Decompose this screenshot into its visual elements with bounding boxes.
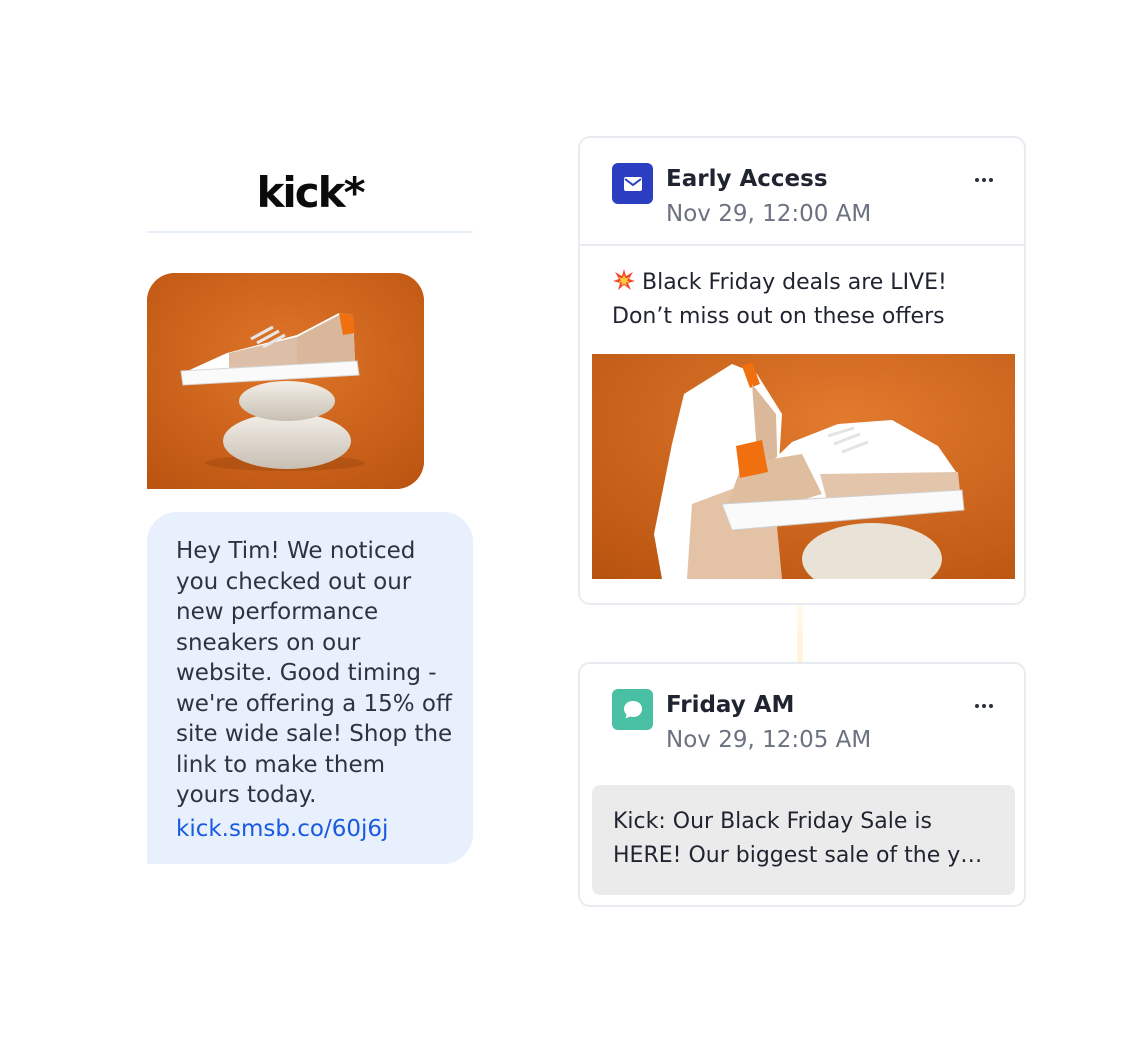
card-divider (580, 244, 1024, 246)
email-product-image (592, 354, 1015, 579)
ellipsis-icon (975, 178, 979, 182)
campaign-card-early-access[interactable]: Early Access Nov 29, 12:00 AM Black Frid… (578, 136, 1026, 605)
campaign-card-friday-am[interactable]: Friday AM Nov 29, 12:05 AM Kick: Our Bla… (578, 662, 1026, 907)
card-timestamp: Nov 29, 12:00 AM (666, 201, 872, 227)
chat-bubble-icon (612, 689, 653, 730)
flow-connector (797, 605, 803, 662)
preview-line-1: Kick: Our Black Friday Sale is (613, 809, 932, 834)
card-title: Friday AM (666, 692, 795, 718)
collision-icon (613, 269, 635, 290)
email-message-preview: Black Friday deals are LIVE! Don’t miss … (612, 266, 1007, 334)
more-options-button[interactable] (970, 694, 998, 718)
brand-logo: kick* (256, 168, 365, 217)
sms-product-image (147, 273, 424, 489)
preview-line-2: HERE! Our biggest sale of the y… (613, 843, 983, 868)
ellipsis-icon (975, 704, 979, 708)
more-options-button[interactable] (970, 168, 998, 192)
message-line-2: Don’t miss out on these offers (612, 304, 945, 329)
sms-message-preview: Kick: Our Black Friday Sale is HERE! Our… (592, 785, 1015, 895)
card-title: Early Access (666, 166, 828, 192)
sms-shortlink[interactable]: kick.smsb.co/60j6j (176, 816, 453, 842)
message-line-1: Black Friday deals are LIVE! (642, 270, 947, 295)
brand-divider (147, 231, 473, 233)
sms-message-text: Hey Tim! We noticed you checked out our … (176, 538, 453, 808)
sneaker-pair-illustration (592, 354, 1015, 579)
card-timestamp: Nov 29, 12:05 AM (666, 727, 872, 753)
email-icon (612, 163, 653, 204)
sneaker-on-stones-illustration (147, 273, 424, 489)
sms-message-bubble: Hey Tim! We noticed you checked out our … (147, 512, 473, 864)
